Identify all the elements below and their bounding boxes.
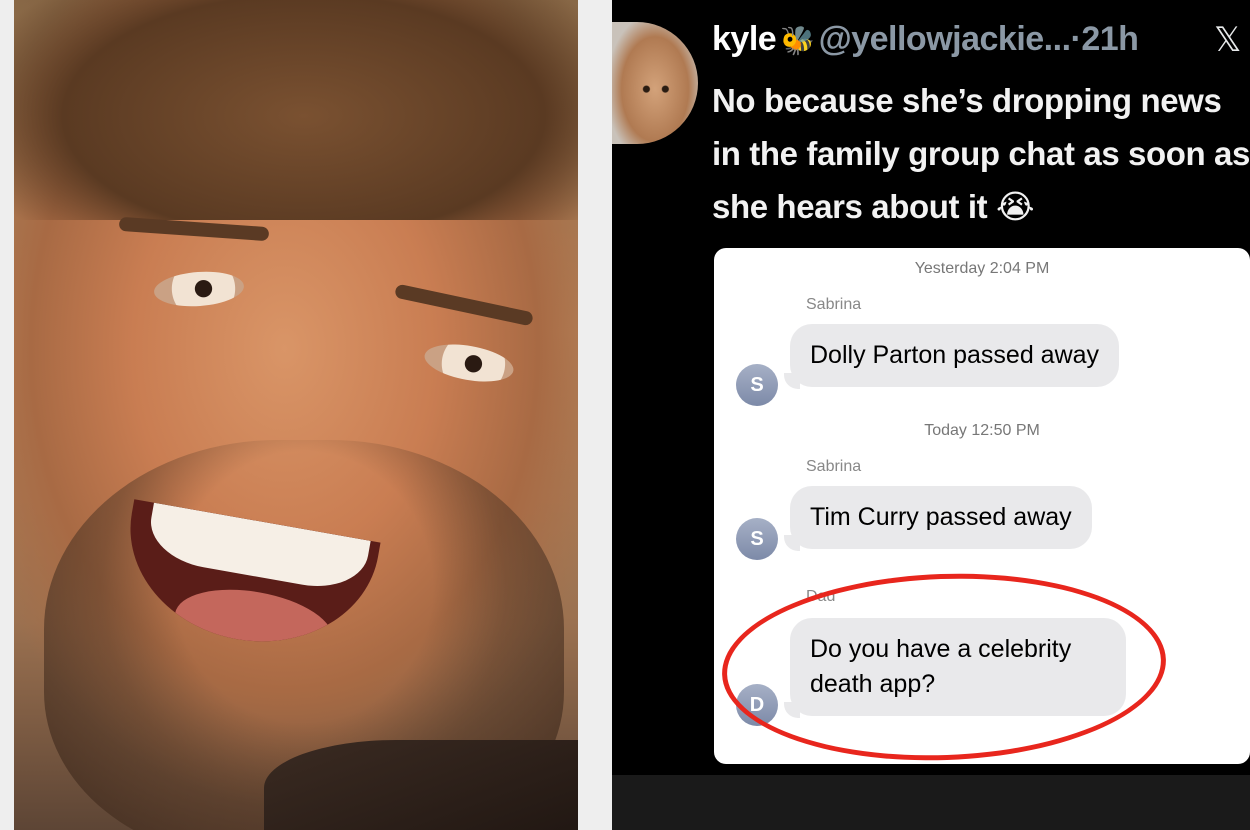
chat-sender: Sabrina <box>806 296 862 313</box>
profile-avatar[interactable] <box>612 22 698 144</box>
chat-timestamp: Yesterday 2:04 PM <box>914 260 1050 277</box>
photo-right-eye <box>421 338 517 388</box>
chat-message-bubble: Dolly Parton passed away <box>783 324 1120 389</box>
tweet-header: kyle 🐝 @yellowjackie...·21h <box>712 20 1250 70</box>
chat-sender: Sabrina <box>806 458 862 475</box>
user-handle[interactable]: @yellowjackie... <box>819 20 1071 58</box>
photo-left-brow <box>118 216 270 242</box>
loudly-crying-emoji-icon: 😭 <box>995 187 1035 226</box>
tweet-text: No because she’s dropping news in the fa… <box>712 74 1250 233</box>
sender-avatar: S <box>736 364 778 406</box>
photo-jacket <box>264 740 578 830</box>
photo-hair <box>14 0 578 220</box>
chat-message-bubble: Tim Curry passed away <box>784 486 1092 551</box>
photo-right-brow <box>394 283 534 327</box>
chat-timestamp: Today 12:50 PM <box>924 422 1040 439</box>
tweet-time[interactable]: 21h <box>1081 20 1139 58</box>
photo-left-eye <box>152 268 246 310</box>
display-name[interactable]: kyle <box>712 20 777 58</box>
tweet-footer-bar <box>612 775 1250 830</box>
bee-emoji-icon: 🐝 <box>780 25 815 56</box>
x-logo-icon: 𝕏 <box>1214 20 1242 60</box>
sender-avatar: S <box>736 518 778 560</box>
header-separator: · <box>1070 20 1082 58</box>
reaction-photo <box>14 0 578 830</box>
tweet-body: No because she’s dropping news in the fa… <box>712 82 1250 225</box>
